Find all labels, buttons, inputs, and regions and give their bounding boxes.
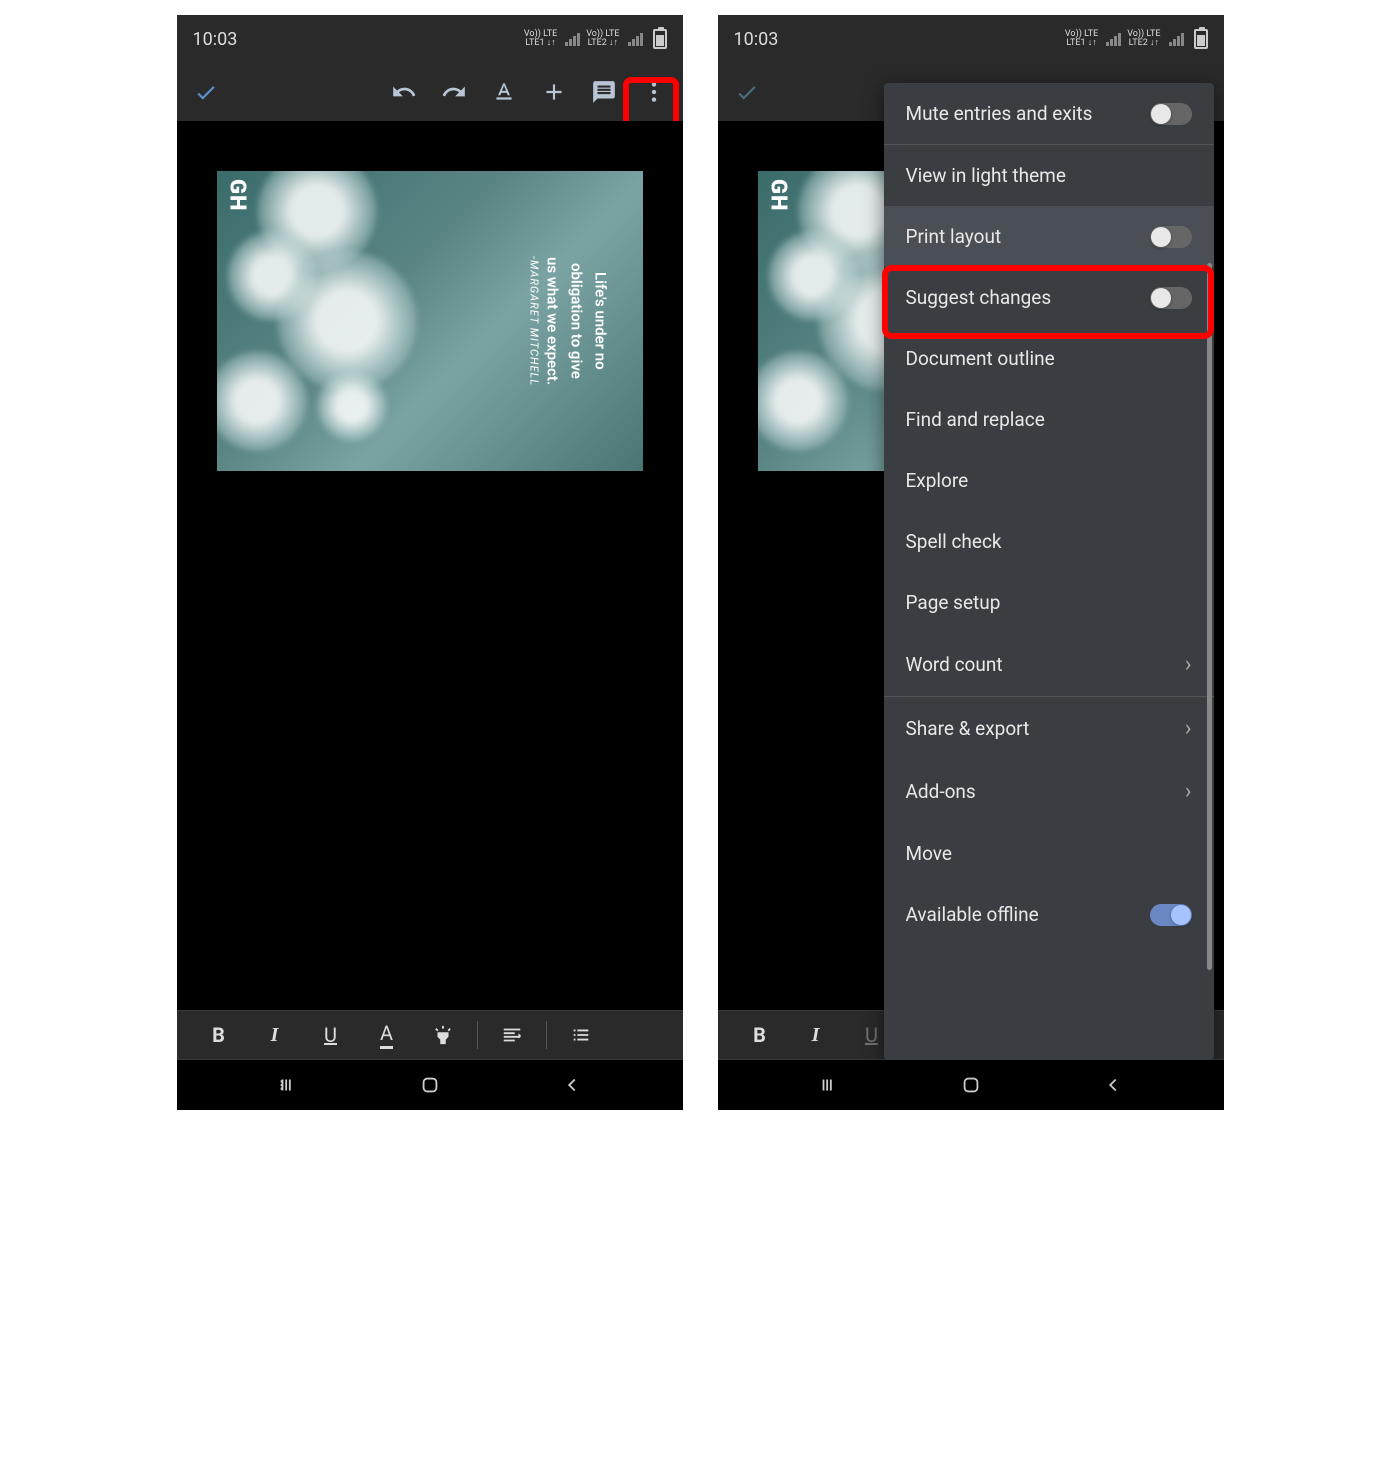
text-color-button[interactable]: A [359,1015,415,1055]
android-nav-bar [177,1060,683,1110]
menu-mute-entries[interactable]: Mute entries and exits [884,83,1214,144]
menu-spell-check[interactable]: Spell check [884,511,1214,572]
toggle-suggest[interactable] [1150,287,1192,309]
chevron-right-icon: › [1185,716,1192,741]
phone-right: 10:03 Vo)) LTELTE1 ↓↑ Vo)) LTELTE2 ↓↑ GH [718,15,1224,1110]
menu-label: Page setup [906,591,1001,614]
document-image: GH Life's under no obligation to give us… [217,171,643,471]
menu-label: Add-ons [906,780,976,803]
gh-logo: GH [766,179,791,211]
toggle-mute[interactable] [1150,103,1192,125]
align-button[interactable] [484,1015,540,1055]
menu-find-replace[interactable]: Find and replace [884,389,1214,450]
menu-label: View in light theme [906,164,1066,187]
status-icons: Vo)) LTELTE1 ↓↑ Vo)) LTELTE2 ↓↑ [1065,29,1208,49]
menu-explore[interactable]: Explore [884,450,1214,511]
toggle-offline[interactable] [1150,904,1192,926]
nav-recents-button[interactable] [268,1065,308,1105]
status-time: 10:03 [193,29,238,50]
redo-button[interactable] [433,71,475,113]
menu-document-outline[interactable]: Document outline [884,328,1214,389]
done-check-button[interactable] [185,71,227,113]
menu-page-setup[interactable]: Page setup [884,572,1214,633]
comment-button[interactable] [583,71,625,113]
chevron-right-icon: › [1185,652,1192,677]
menu-share-export[interactable]: Share & export › [884,697,1214,760]
nav-back-button[interactable] [1093,1065,1133,1105]
bold-button[interactable]: B [191,1015,247,1055]
status-bar: 10:03 Vo)) LTELTE1 ↓↑ Vo)) LTELTE2 ↓↑ [177,15,683,63]
list-button[interactable] [553,1015,609,1055]
document-canvas[interactable]: GH Life's under no obligation to give us… [177,121,683,1010]
menu-suggest-changes[interactable]: Suggest changes [884,267,1214,328]
status-time: 10:03 [734,29,779,50]
menu-label: Print layout [906,225,1002,248]
text-format-button[interactable] [483,71,525,113]
menu-move[interactable]: Move [884,823,1214,884]
menu-print-layout[interactable]: Print layout [884,206,1214,267]
menu-label: Find and replace [906,408,1045,431]
phone-left: 10:03 Vo)) LTELTE1 ↓↑ Vo)) LTELTE2 ↓↑ [177,15,683,1110]
italic-button[interactable]: I [247,1015,303,1055]
nav-recents-button[interactable] [809,1065,849,1105]
nav-home-button[interactable] [951,1065,991,1105]
menu-word-count[interactable]: Word count › [884,633,1214,696]
editor-toolbar [177,63,683,121]
status-bar: 10:03 Vo)) LTELTE1 ↓↑ Vo)) LTELTE2 ↓↑ [718,15,1224,63]
nav-back-button[interactable] [552,1065,592,1105]
menu-label: Document outline [906,347,1055,370]
quote-text: Life's under no obligation to give us wh… [520,201,613,441]
menu-label: Suggest changes [906,286,1052,309]
italic-button[interactable]: I [788,1015,844,1055]
menu-light-theme[interactable]: View in light theme [884,145,1214,206]
battery-icon [1194,29,1208,49]
status-icons: Vo)) LTELTE1 ↓↑ Vo)) LTELTE2 ↓↑ [524,29,667,49]
toggle-print-layout[interactable] [1150,226,1192,248]
battery-icon [653,29,667,49]
menu-label: Word count [906,653,1003,676]
menu-label: Mute entries and exits [906,102,1093,125]
gh-logo: GH [225,179,250,211]
menu-label: Move [906,842,952,865]
highlight-button[interactable] [415,1015,471,1055]
menu-label: Spell check [906,530,1002,553]
menu-label: Share & export [906,717,1030,740]
format-bar: B I U A [177,1010,683,1060]
menu-addons[interactable]: Add-ons › [884,760,1214,823]
menu-label: Available offline [906,903,1039,926]
bold-button[interactable]: B [732,1015,788,1055]
undo-button[interactable] [383,71,425,113]
chevron-right-icon: › [1185,779,1192,804]
more-menu-button[interactable] [633,71,675,113]
android-nav-bar [718,1060,1224,1110]
underline-button[interactable]: U [303,1015,359,1055]
overflow-menu: Mute entries and exits View in light the… [884,83,1214,1060]
nav-home-button[interactable] [410,1065,450,1105]
menu-available-offline[interactable]: Available offline [884,884,1214,945]
done-check-button[interactable] [726,71,768,113]
menu-label: Explore [906,469,969,492]
menu-scrollbar[interactable] [1207,263,1212,970]
insert-button[interactable] [533,71,575,113]
